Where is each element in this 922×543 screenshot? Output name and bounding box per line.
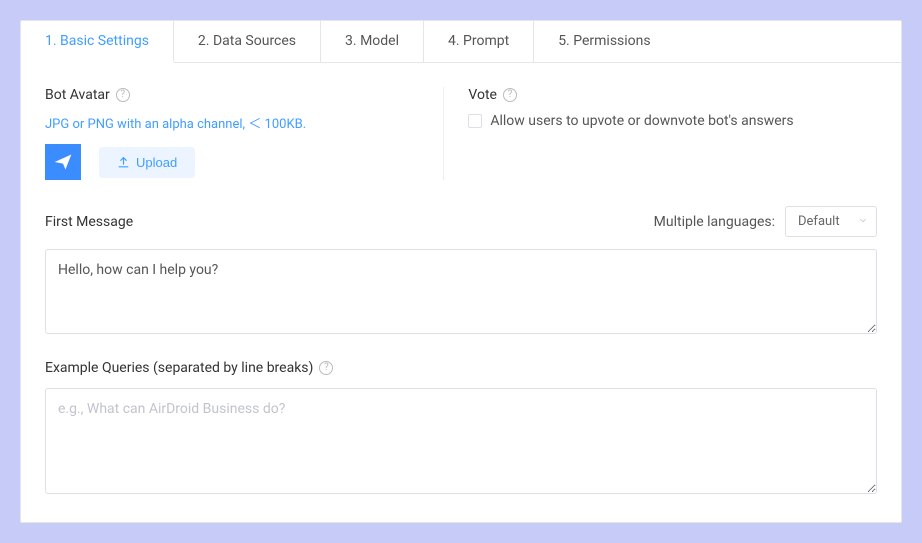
avatar-label: Bot Avatar (45, 87, 110, 103)
vote-section: Vote ? Allow users to upvote or downvote… (444, 87, 877, 180)
vote-checkbox-label: Allow users to upvote or downvote bot's … (490, 113, 793, 129)
avatar-label-row: Bot Avatar ? (45, 87, 423, 103)
avatar-section: Bot Avatar ? JPG or PNG with an alpha ch… (45, 87, 444, 180)
top-row: Bot Avatar ? JPG or PNG with an alpha ch… (45, 87, 877, 198)
tab-permissions[interactable]: 5. Permissions (534, 21, 674, 62)
first-message-header: First Message Multiple languages: Defaul… (45, 206, 877, 237)
first-message-label: First Message (45, 214, 133, 230)
languages-row: Multiple languages: Default (654, 206, 877, 237)
example-label: Example Queries (separated by line break… (45, 360, 313, 376)
vote-checkbox-row: Allow users to upvote or downvote bot's … (468, 113, 877, 129)
help-icon[interactable]: ? (319, 361, 333, 375)
first-message-input[interactable] (45, 249, 877, 334)
chevron-down-icon (858, 214, 868, 229)
example-label-row: Example Queries (separated by line break… (45, 360, 877, 376)
tab-model[interactable]: 3. Model (321, 21, 424, 62)
languages-selected: Default (798, 214, 840, 229)
vote-checkbox[interactable] (468, 114, 482, 128)
tabs-bar: 1. Basic Settings 2. Data Sources 3. Mod… (21, 21, 901, 63)
languages-select[interactable]: Default (785, 206, 877, 237)
tab-prompt[interactable]: 4. Prompt (424, 21, 534, 62)
tab-data-sources[interactable]: 2. Data Sources (174, 21, 321, 62)
example-queries-input[interactable] (45, 388, 877, 494)
example-section: Example Queries (separated by line break… (45, 360, 877, 498)
tab-content: Bot Avatar ? JPG or PNG with an alpha ch… (21, 63, 901, 522)
help-icon[interactable]: ? (503, 88, 517, 102)
avatar-preview[interactable] (45, 144, 81, 180)
upload-icon (117, 156, 130, 169)
languages-label: Multiple languages: (654, 214, 775, 230)
upload-label: Upload (136, 155, 177, 170)
paper-plane-icon (53, 152, 73, 172)
upload-button[interactable]: Upload (99, 147, 195, 178)
avatar-row: Upload (45, 144, 423, 180)
vote-label-row: Vote ? (468, 87, 877, 103)
tab-basic-settings[interactable]: 1. Basic Settings (21, 21, 174, 63)
vote-label: Vote (468, 87, 497, 103)
avatar-hint: JPG or PNG with an alpha channel, ＜ 100K… (45, 113, 423, 132)
help-icon[interactable]: ? (116, 88, 130, 102)
settings-card: 1. Basic Settings 2. Data Sources 3. Mod… (20, 20, 902, 523)
